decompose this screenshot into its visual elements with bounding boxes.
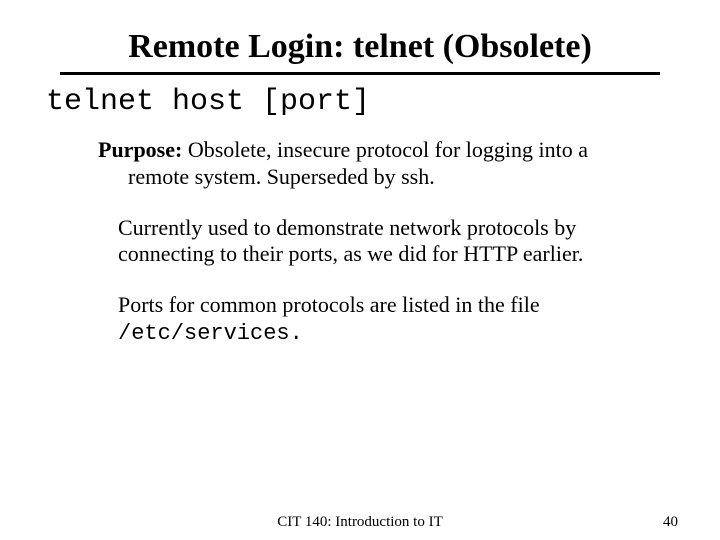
purpose-text-line2: remote system. Superseded by ssh. bbox=[98, 164, 648, 191]
purpose-label: Purpose: bbox=[98, 137, 182, 162]
purpose-block: Purpose: Obsolete, insecure protocol for… bbox=[98, 137, 648, 191]
ports-filepath: /etc/services. bbox=[118, 321, 303, 346]
purpose-text-line1: Obsolete, insecure protocol for logging … bbox=[182, 137, 588, 162]
footer-course: CIT 140: Introduction to IT bbox=[0, 514, 720, 531]
paragraph-usage: Currently used to demonstrate network pr… bbox=[98, 215, 648, 269]
ports-text: Ports for common protocols are listed in… bbox=[118, 292, 540, 317]
slide: Remote Login: telnet (Obsolete) telnet h… bbox=[0, 0, 720, 540]
slide-title: Remote Login: telnet (Obsolete) bbox=[42, 28, 678, 72]
footer-page-number: 40 bbox=[663, 514, 678, 531]
title-underline bbox=[60, 72, 660, 75]
body-content: Purpose: Obsolete, insecure protocol for… bbox=[98, 137, 648, 348]
paragraph-ports: Ports for common protocols are listed in… bbox=[98, 292, 648, 348]
command-syntax: telnet host [port] bbox=[46, 85, 678, 119]
